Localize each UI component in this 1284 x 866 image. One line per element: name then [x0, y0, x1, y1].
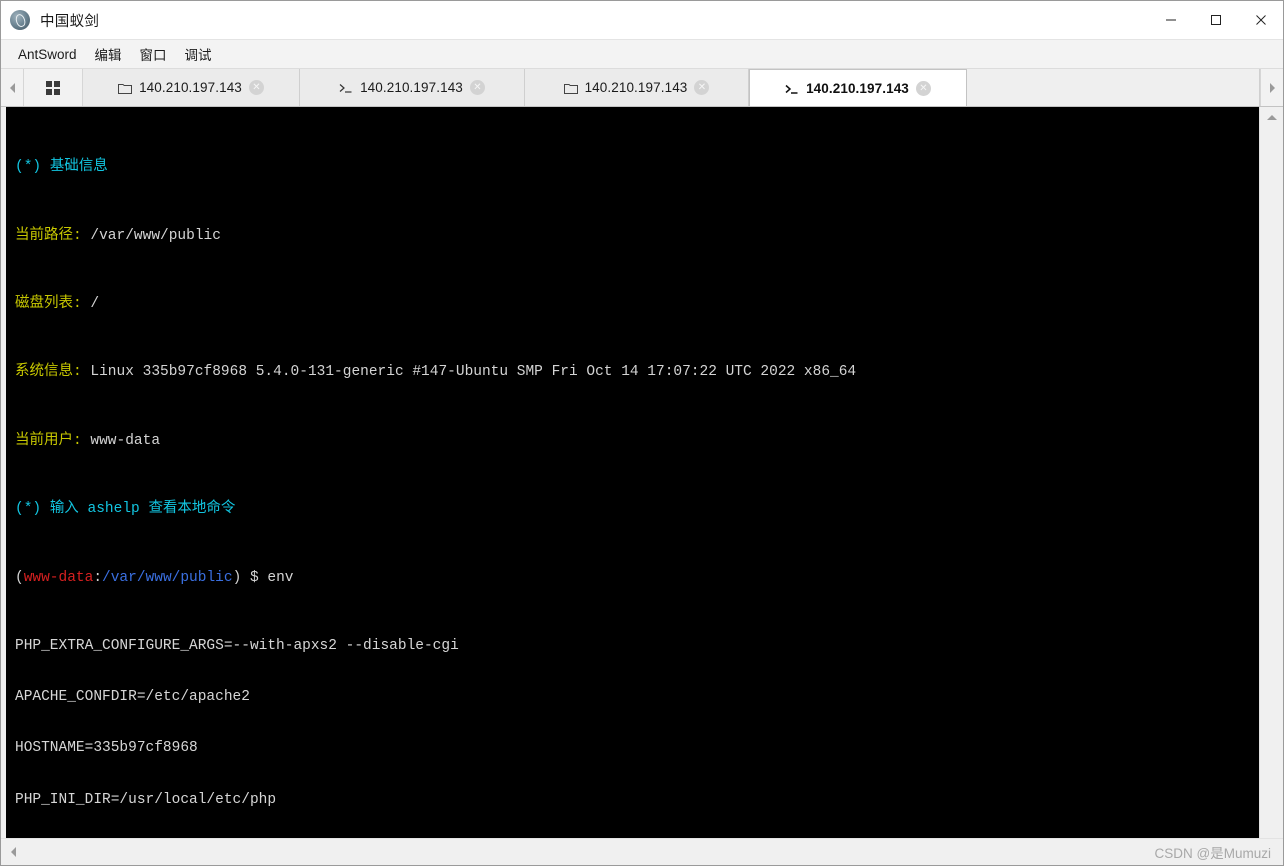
close-button[interactable]	[1238, 1, 1283, 39]
env-line: HOSTNAME=335b97cf8968	[15, 740, 198, 757]
folder-glyph	[563, 83, 578, 94]
tab-bar: 140.210.197.143 ✕ 140.210.197.143 ✕ 140.…	[1, 69, 1283, 107]
maximize-icon	[1210, 15, 1221, 25]
tab-terminal-1[interactable]: 140.210.197.143 ✕	[300, 69, 525, 106]
terminal-icon	[785, 83, 799, 95]
minimize-icon	[1165, 19, 1176, 21]
terminal-banner-field-system: 系统信息: Linux 335b97cf8968 5.4.0-131-gener…	[15, 364, 1259, 381]
tab-close-icon[interactable]: ✕	[248, 80, 264, 95]
scroll-up-button[interactable]	[1260, 107, 1283, 128]
tab-terminal-2[interactable]: 140.210.197.143 ✕	[749, 69, 967, 106]
chevron-left-icon	[10, 847, 16, 857]
minimize-button[interactable]	[1148, 1, 1193, 39]
tab-overview-grid-button[interactable]	[24, 69, 83, 106]
prompt-sigil: $	[249, 569, 259, 586]
field-label: 当前路径:	[15, 227, 82, 244]
help-text-2: 查看本地命令	[148, 501, 236, 518]
chevron-left-icon	[9, 82, 15, 93]
maximize-button[interactable]	[1193, 1, 1238, 39]
antsword-logo-icon	[10, 10, 30, 30]
watermark-text: CSDN @是Mumuzi	[1154, 846, 1271, 861]
prompt-colon: :	[93, 569, 103, 586]
title-bar: 中国蚁剑	[1, 1, 1283, 40]
prompt-close-paren: )	[232, 569, 242, 586]
menu-item-antsword[interactable]: AntSword	[9, 44, 86, 65]
terminal-outer: (*) 基础信息 当前路径: /var/www/public 磁盘列表: / 系…	[1, 107, 1259, 838]
prompt-open-paren: (	[15, 569, 24, 586]
field-value: /var/www/public	[90, 227, 221, 244]
prompt-path: /var/www/public	[102, 569, 233, 586]
grid-icon	[46, 80, 60, 95]
menu-bar: AntSword 编辑 窗口 调试	[1, 40, 1283, 69]
terminal-glyph	[785, 84, 798, 94]
tab-close-icon[interactable]: ✕	[915, 81, 931, 96]
banner-marker: (*)	[15, 159, 42, 176]
terminal-output[interactable]: (*) 基础信息 当前路径: /var/www/public 磁盘列表: / 系…	[6, 107, 1259, 838]
application-window: 中国蚁剑 AntSword 编辑 窗口 调试 140.210.197.143 ✕…	[0, 0, 1284, 866]
tab-file-manager-2[interactable]: 140.210.197.143 ✕	[525, 69, 749, 106]
window-controls	[1148, 1, 1283, 39]
folder-icon	[118, 82, 133, 94]
terminal-horizontal-scrollbar[interactable]: CSDN @是Mumuzi	[1, 838, 1283, 865]
tab-close-icon[interactable]: ✕	[694, 80, 710, 95]
terminal-panel: (*) 基础信息 当前路径: /var/www/public 磁盘列表: / 系…	[1, 107, 1283, 838]
field-value: Linux 335b97cf8968 5.4.0-131-generic #14…	[90, 364, 857, 381]
folder-icon	[563, 82, 578, 94]
tab-scroll-left-button[interactable]	[1, 69, 24, 106]
close-icon	[1255, 15, 1266, 25]
terminal-banner-help: (*) 输入 ashelp 查看本地命令	[15, 501, 1259, 518]
terminal-prompt-line: (www-data:/var/www/public) $ env	[15, 570, 1259, 587]
tab-list: 140.210.197.143 ✕ 140.210.197.143 ✕ 140.…	[83, 69, 1260, 106]
menu-item-debug[interactable]: 调试	[176, 41, 221, 67]
help-command: ashelp	[87, 501, 140, 518]
terminal-banner-field-disks: 磁盘列表: /	[15, 296, 1259, 313]
help-marker: (*)	[15, 501, 42, 518]
tab-close-icon[interactable]: ✕	[469, 80, 485, 95]
tab-label: 140.210.197.143	[806, 81, 909, 96]
terminal-banner-field-user: 当前用户: www-data	[15, 433, 1259, 450]
tab-scroll-right-button[interactable]	[1260, 69, 1283, 106]
terminal-glyph	[339, 83, 352, 93]
tab-bar-empty-space	[967, 69, 1260, 106]
field-value: /	[90, 296, 100, 313]
field-label: 系统信息:	[15, 364, 82, 381]
folder-glyph	[118, 83, 133, 94]
menu-item-edit[interactable]: 编辑	[86, 41, 131, 67]
tab-label: 140.210.197.143	[360, 80, 463, 95]
menu-item-window[interactable]: 窗口	[131, 41, 176, 67]
banner-title: 基础信息	[49, 159, 108, 176]
tab-label: 140.210.197.143	[139, 80, 242, 95]
env-line: APACHE_CONFDIR=/etc/apache2	[15, 689, 250, 706]
typed-command: env	[267, 569, 294, 586]
tab-file-manager-1[interactable]: 140.210.197.143 ✕	[83, 69, 300, 106]
terminal-vertical-scrollbar[interactable]	[1259, 107, 1283, 838]
env-line: PHP_INI_DIR=/usr/local/etc/php	[15, 791, 277, 808]
terminal-banner-field-path: 当前路径: /var/www/public	[15, 228, 1259, 245]
terminal-banner-header: (*) 基础信息	[15, 159, 1259, 176]
env-line: PHP_EXTRA_CONFIGURE_ARGS=--with-apxs2 --…	[15, 637, 459, 654]
field-value: www-data	[90, 432, 161, 449]
window-title: 中国蚁剑	[40, 13, 100, 30]
scroll-left-button[interactable]	[1, 839, 25, 865]
chevron-right-icon	[1269, 82, 1275, 93]
field-label: 当前用户:	[15, 432, 82, 449]
tab-label: 140.210.197.143	[584, 80, 688, 95]
terminal-icon	[339, 82, 353, 94]
prompt-user: www-data	[23, 569, 94, 586]
field-label: 磁盘列表:	[15, 296, 82, 313]
help-text-1: 输入	[49, 501, 79, 518]
chevron-up-icon	[1266, 115, 1277, 120]
